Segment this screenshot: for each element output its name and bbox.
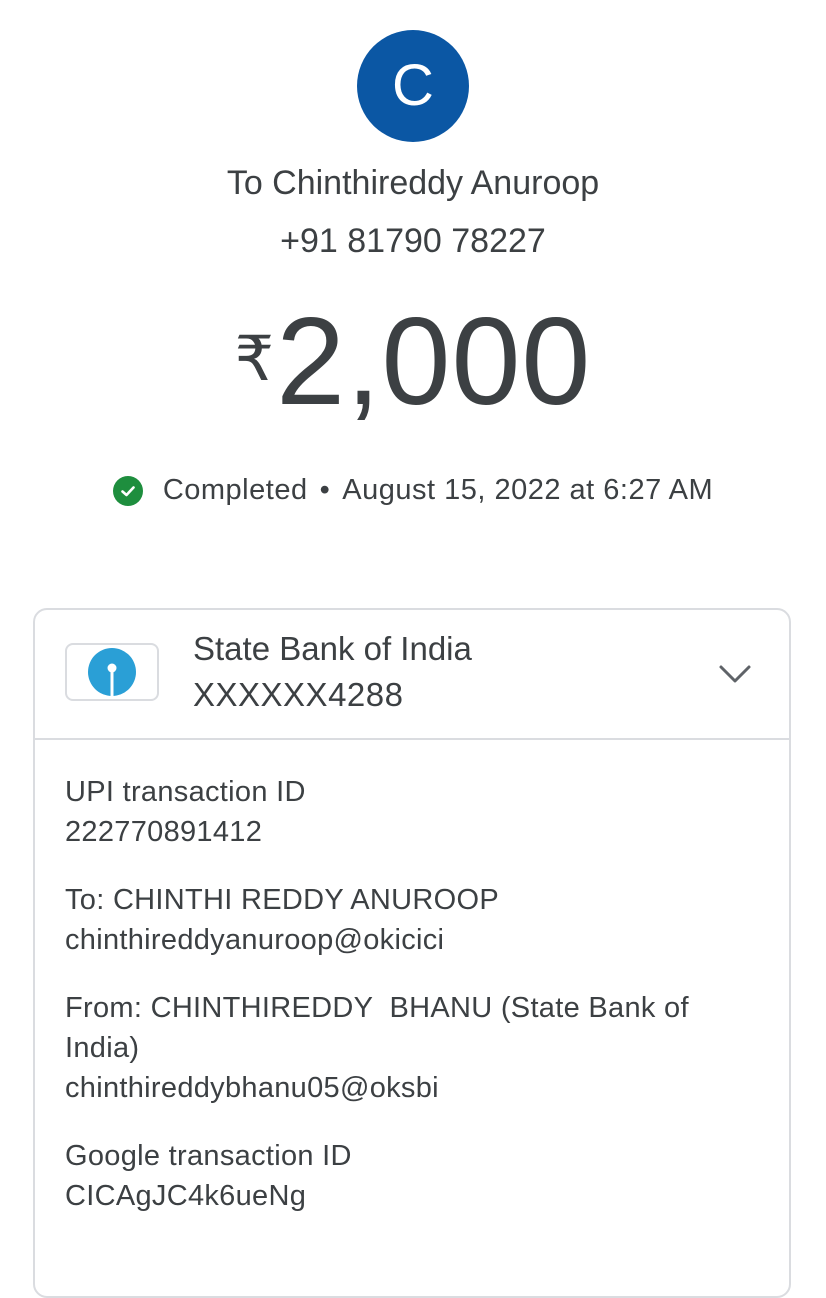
payer-upi-id: chinthireddybhanu05@oksbi — [65, 1072, 439, 1104]
recipient-phone: +91 81790 78227 — [280, 222, 546, 260]
status-label: Completed — [162, 474, 308, 506]
payer-details: From: CHINTHIREDDY BHANU (State Bank of … — [65, 988, 755, 1108]
bank-name: State Bank of India — [193, 630, 472, 667]
payee-details: To: CHINTHI REDDY ANUROOP chinthireddyan… — [65, 880, 755, 960]
status-separator: • — [319, 474, 331, 506]
check-circle-icon — [112, 475, 143, 506]
bank-account-number: XXXXXX4288 — [193, 676, 404, 713]
chevron-down-icon[interactable] — [717, 656, 753, 692]
currency-symbol: ₹ — [234, 325, 275, 394]
bank-account-row[interactable]: State Bank of India XXXXXX4288 — [35, 610, 789, 740]
avatar-letter: C — [392, 53, 434, 118]
payee-label: To: CHINTHI REDDY ANUROOP — [65, 884, 499, 916]
amount-display: ₹ 2,000 — [0, 300, 826, 424]
status-datetime: August 15, 2022 at 6:27 AM — [342, 474, 714, 506]
avatar: C — [357, 30, 469, 142]
status-row: Completed • August 15, 2022 at 6:27 AM — [0, 474, 826, 507]
amount-value: 2,000 — [276, 293, 592, 431]
google-transaction-id: Google transaction ID CICAgJC4k6ueNg — [65, 1136, 755, 1216]
recipient-name: To Chinthireddy Anuroop — [226, 164, 600, 202]
upi-transaction-id-label: UPI transaction ID — [65, 776, 306, 808]
payment-details-card: State Bank of India XXXXXX4288 UPI trans… — [33, 608, 791, 1298]
google-transaction-id-value: CICAgJC4k6ueNg — [65, 1180, 307, 1212]
google-transaction-id-label: Google transaction ID — [65, 1140, 352, 1172]
payer-label: From: CHINTHIREDDY BHANU (State Bank of … — [65, 992, 698, 1064]
transaction-details: UPI transaction ID 222770891412 To: CHIN… — [65, 772, 755, 1244]
payee-upi-id: chinthireddyanuroop@okicici — [65, 924, 445, 956]
upi-transaction-id-value: 222770891412 — [65, 816, 263, 848]
sbi-logo-icon — [65, 643, 159, 701]
upi-transaction-id: UPI transaction ID 222770891412 — [65, 772, 755, 852]
